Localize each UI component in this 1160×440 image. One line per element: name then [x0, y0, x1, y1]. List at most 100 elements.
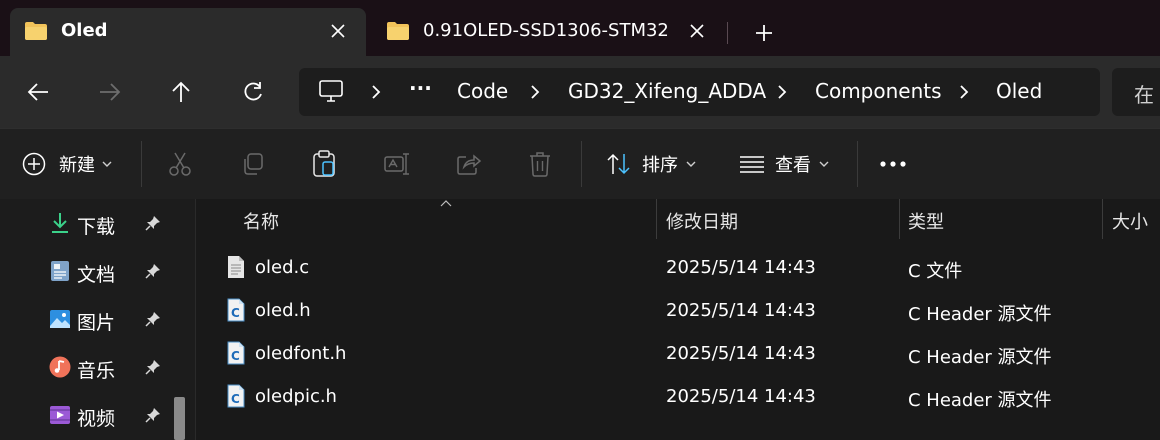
- column-header-type[interactable]: 类型: [908, 208, 944, 248]
- tab-title: Oled: [61, 20, 108, 41]
- table-row[interactable]: oled.c 2025/5/14 14:43 C 文件: [210, 247, 1160, 290]
- pin-icon: [145, 264, 160, 279]
- pin-icon: [145, 360, 160, 375]
- svg-text:C: C: [231, 306, 240, 320]
- file-name: oledfont.h: [255, 343, 347, 364]
- document-icon: [51, 261, 69, 281]
- file-type: C Header 源文件: [908, 304, 1052, 325]
- toolbar-divider: [141, 141, 142, 187]
- file-date-modified: 2025/5/14 14:43: [666, 257, 816, 278]
- sort-icon: [607, 153, 630, 175]
- share-button[interactable]: [456, 145, 482, 183]
- more-icon: [880, 161, 906, 167]
- rename-button[interactable]: [384, 145, 410, 183]
- pin-icon: [145, 312, 160, 327]
- trash-icon: [530, 152, 550, 177]
- sidebar-item-label: 下载: [77, 216, 116, 238]
- tab-title: 0.91OLED-SSD1306-STM32HAL: [423, 20, 668, 41]
- chevron-down-icon: [819, 161, 829, 167]
- table-row[interactable]: C oled.h 2025/5/14 14:43 C Header 源文件: [210, 290, 1160, 333]
- file-date-modified: 2025/5/14 14:43: [666, 386, 816, 407]
- share-icon: [457, 154, 482, 175]
- copy-button[interactable]: [241, 145, 267, 183]
- tab-divider: [727, 22, 728, 44]
- arrow-left-icon: [27, 83, 48, 101]
- search-input[interactable]: 在: [1112, 68, 1160, 116]
- sidebar-scrollbar[interactable]: [174, 397, 185, 440]
- sidebar-item-documents[interactable]: 文档: [45, 249, 175, 293]
- chevron-down-icon: [686, 161, 696, 167]
- sidebar-item-pictures[interactable]: 图片: [45, 297, 175, 341]
- more-options-button[interactable]: [879, 145, 909, 183]
- chevron-right-icon: [960, 85, 969, 99]
- sort-button-label: 排序: [642, 155, 678, 176]
- file-type: C Header 源文件: [908, 390, 1052, 411]
- address-bar[interactable]: ··· Code GD32_Xifeng_ADDA Components Ole…: [299, 68, 1100, 116]
- clipboard-icon: [313, 150, 335, 177]
- table-row[interactable]: C oledpic.h 2025/5/14 14:43 C Header 源文件: [210, 376, 1160, 419]
- cut-button[interactable]: [168, 145, 194, 183]
- sidebar-item-videos[interactable]: 视频: [45, 393, 175, 437]
- close-tab-button[interactable]: [682, 16, 712, 46]
- back-button[interactable]: [16, 70, 60, 114]
- column-divider[interactable]: [1102, 199, 1103, 239]
- download-icon: [52, 213, 68, 233]
- rename-icon: [384, 153, 409, 175]
- new-button-label: 新建: [59, 155, 95, 176]
- file-icon: [228, 256, 244, 278]
- sidebar-item-label: 文档: [77, 264, 116, 286]
- new-tab-button[interactable]: [746, 16, 782, 50]
- svg-text:C: C: [231, 349, 240, 363]
- close-tab-button[interactable]: [323, 16, 353, 46]
- refresh-icon: [244, 82, 262, 101]
- file-name: oledpic.h: [255, 386, 337, 407]
- folder-icon: [25, 22, 47, 40]
- c-header-file-icon: C: [227, 298, 245, 322]
- arrow-up-icon: [172, 81, 190, 102]
- view-button-label: 查看: [775, 155, 811, 176]
- c-header-file-icon: C: [227, 384, 245, 408]
- column-header-name[interactable]: 名称: [243, 208, 279, 248]
- file-name: oled.c: [255, 257, 310, 278]
- sort-button[interactable]: 排序: [606, 145, 701, 183]
- file-name: oled.h: [255, 300, 311, 321]
- close-icon: [331, 24, 345, 38]
- forward-button[interactable]: [88, 70, 132, 114]
- sidebar-item-label: 图片: [77, 312, 116, 334]
- scissors-icon: [169, 152, 191, 176]
- column-divider[interactable]: [899, 199, 900, 239]
- breadcrumb-item[interactable]: Code: [457, 79, 508, 103]
- tab-0.91oled[interactable]: 0.91OLED-SSD1306-STM32HAL: [372, 8, 718, 56]
- arrow-right-icon: [100, 83, 121, 101]
- toolbar-divider: [581, 141, 582, 187]
- file-date-modified: 2025/5/14 14:43: [666, 343, 816, 364]
- view-button[interactable]: 查看: [739, 145, 834, 183]
- paste-button[interactable]: [312, 145, 338, 183]
- sidebar-item-label: 视频: [77, 408, 116, 430]
- music-icon: [49, 356, 71, 378]
- tab-oled[interactable]: Oled: [10, 8, 366, 56]
- delete-button[interactable]: [529, 145, 553, 183]
- breadcrumb-overflow[interactable]: ···: [409, 76, 432, 100]
- sidebar-item-downloads[interactable]: 下载: [45, 201, 175, 245]
- refresh-button[interactable]: [231, 70, 275, 114]
- sort-ascending-icon: [440, 200, 452, 207]
- column-header-date-modified[interactable]: 修改日期: [666, 208, 738, 248]
- breadcrumb-item[interactable]: Components: [815, 79, 942, 103]
- c-header-file-icon: C: [227, 341, 245, 365]
- breadcrumb-item[interactable]: Oled: [996, 79, 1042, 103]
- up-button[interactable]: [159, 70, 203, 114]
- column-header-size[interactable]: 大小: [1112, 208, 1148, 248]
- breadcrumb-item[interactable]: GD32_Xifeng_ADDA: [568, 79, 766, 103]
- table-row[interactable]: C oledfont.h 2025/5/14 14:43 C Header 源文…: [210, 333, 1160, 376]
- sidebar-item-label: 音乐: [77, 360, 116, 382]
- chevron-down-icon: [102, 161, 112, 167]
- list-view-icon: [740, 156, 764, 173]
- column-divider[interactable]: [656, 199, 657, 239]
- sidebar-item-music[interactable]: 音乐: [45, 345, 175, 389]
- pin-icon: [145, 408, 160, 423]
- new-button[interactable]: 新建: [22, 145, 122, 183]
- picture-icon: [50, 310, 70, 328]
- chevron-right-icon: [531, 85, 540, 99]
- pin-icon: [145, 216, 160, 231]
